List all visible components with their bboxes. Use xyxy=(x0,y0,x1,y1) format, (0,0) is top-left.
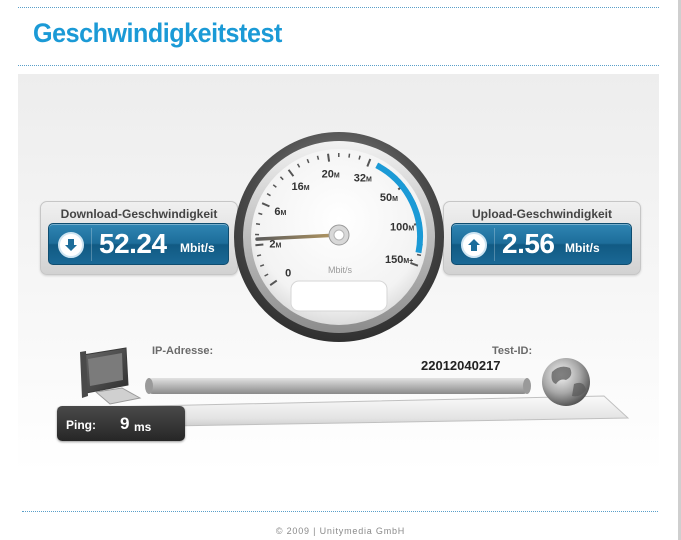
gauge-minor-tick xyxy=(416,253,422,257)
gauge-unit-label: Mbit/s xyxy=(328,265,353,275)
top-divider xyxy=(18,7,659,8)
ping-value: 9 xyxy=(120,414,130,433)
test-id-label: Test-ID: xyxy=(492,345,533,357)
download-label: Download-Geschwindigkeit xyxy=(60,207,218,221)
test-id-value: 22012040217 xyxy=(421,358,501,373)
gauge-minor-tick xyxy=(358,155,361,160)
gauge-major-tick xyxy=(327,153,331,162)
page-title: Geschwindigkeitstest xyxy=(33,18,282,48)
arrow-up-icon xyxy=(461,232,487,258)
ping-unit: ms xyxy=(134,420,152,434)
speedometer-gauge: 02M6M16M20M 32M50M100M150M+ Mbit/s xyxy=(234,132,444,342)
upload-speed-value: 2.56 xyxy=(502,228,555,259)
gauge-minor-tick xyxy=(255,223,261,226)
ping-box: Ping: 9 ms xyxy=(57,406,185,441)
upload-speed-unit: Mbit/s xyxy=(565,241,600,255)
gauge-minor-tick xyxy=(348,153,351,158)
download-panel: Download-Geschwindigkeit 52.24 Mbit/s xyxy=(40,201,238,275)
gauge-readout-window xyxy=(290,280,388,312)
upload-label: Upload-Geschwindigkeit xyxy=(471,207,612,221)
upload-panel: Upload-Geschwindigkeit 2.56 Mbit/s xyxy=(443,201,641,275)
gauge-scale-label: 0 xyxy=(285,268,291,280)
download-speed-value: 52.24 xyxy=(99,228,167,259)
footer-divider xyxy=(22,511,658,512)
ping-label: Ping: xyxy=(66,418,96,432)
download-value-box: 52.24 Mbit/s xyxy=(48,223,229,265)
arrow-down-icon xyxy=(58,232,84,258)
gauge-minor-tick xyxy=(256,254,262,257)
ip-address-label: IP-Adresse: xyxy=(152,345,214,357)
panel-separator xyxy=(91,228,92,261)
gauge-major-tick xyxy=(255,243,264,247)
gauge-minor-tick xyxy=(316,155,320,160)
title-divider xyxy=(18,65,659,66)
download-speed-unit: Mbit/s xyxy=(180,241,215,255)
panel-separator xyxy=(494,228,495,261)
gauge-hub-center xyxy=(333,229,345,241)
footer-copyright: © 2009 | Unitymedia GmbH xyxy=(275,526,406,536)
upload-value-box: 2.56 Mbit/s xyxy=(451,223,632,265)
